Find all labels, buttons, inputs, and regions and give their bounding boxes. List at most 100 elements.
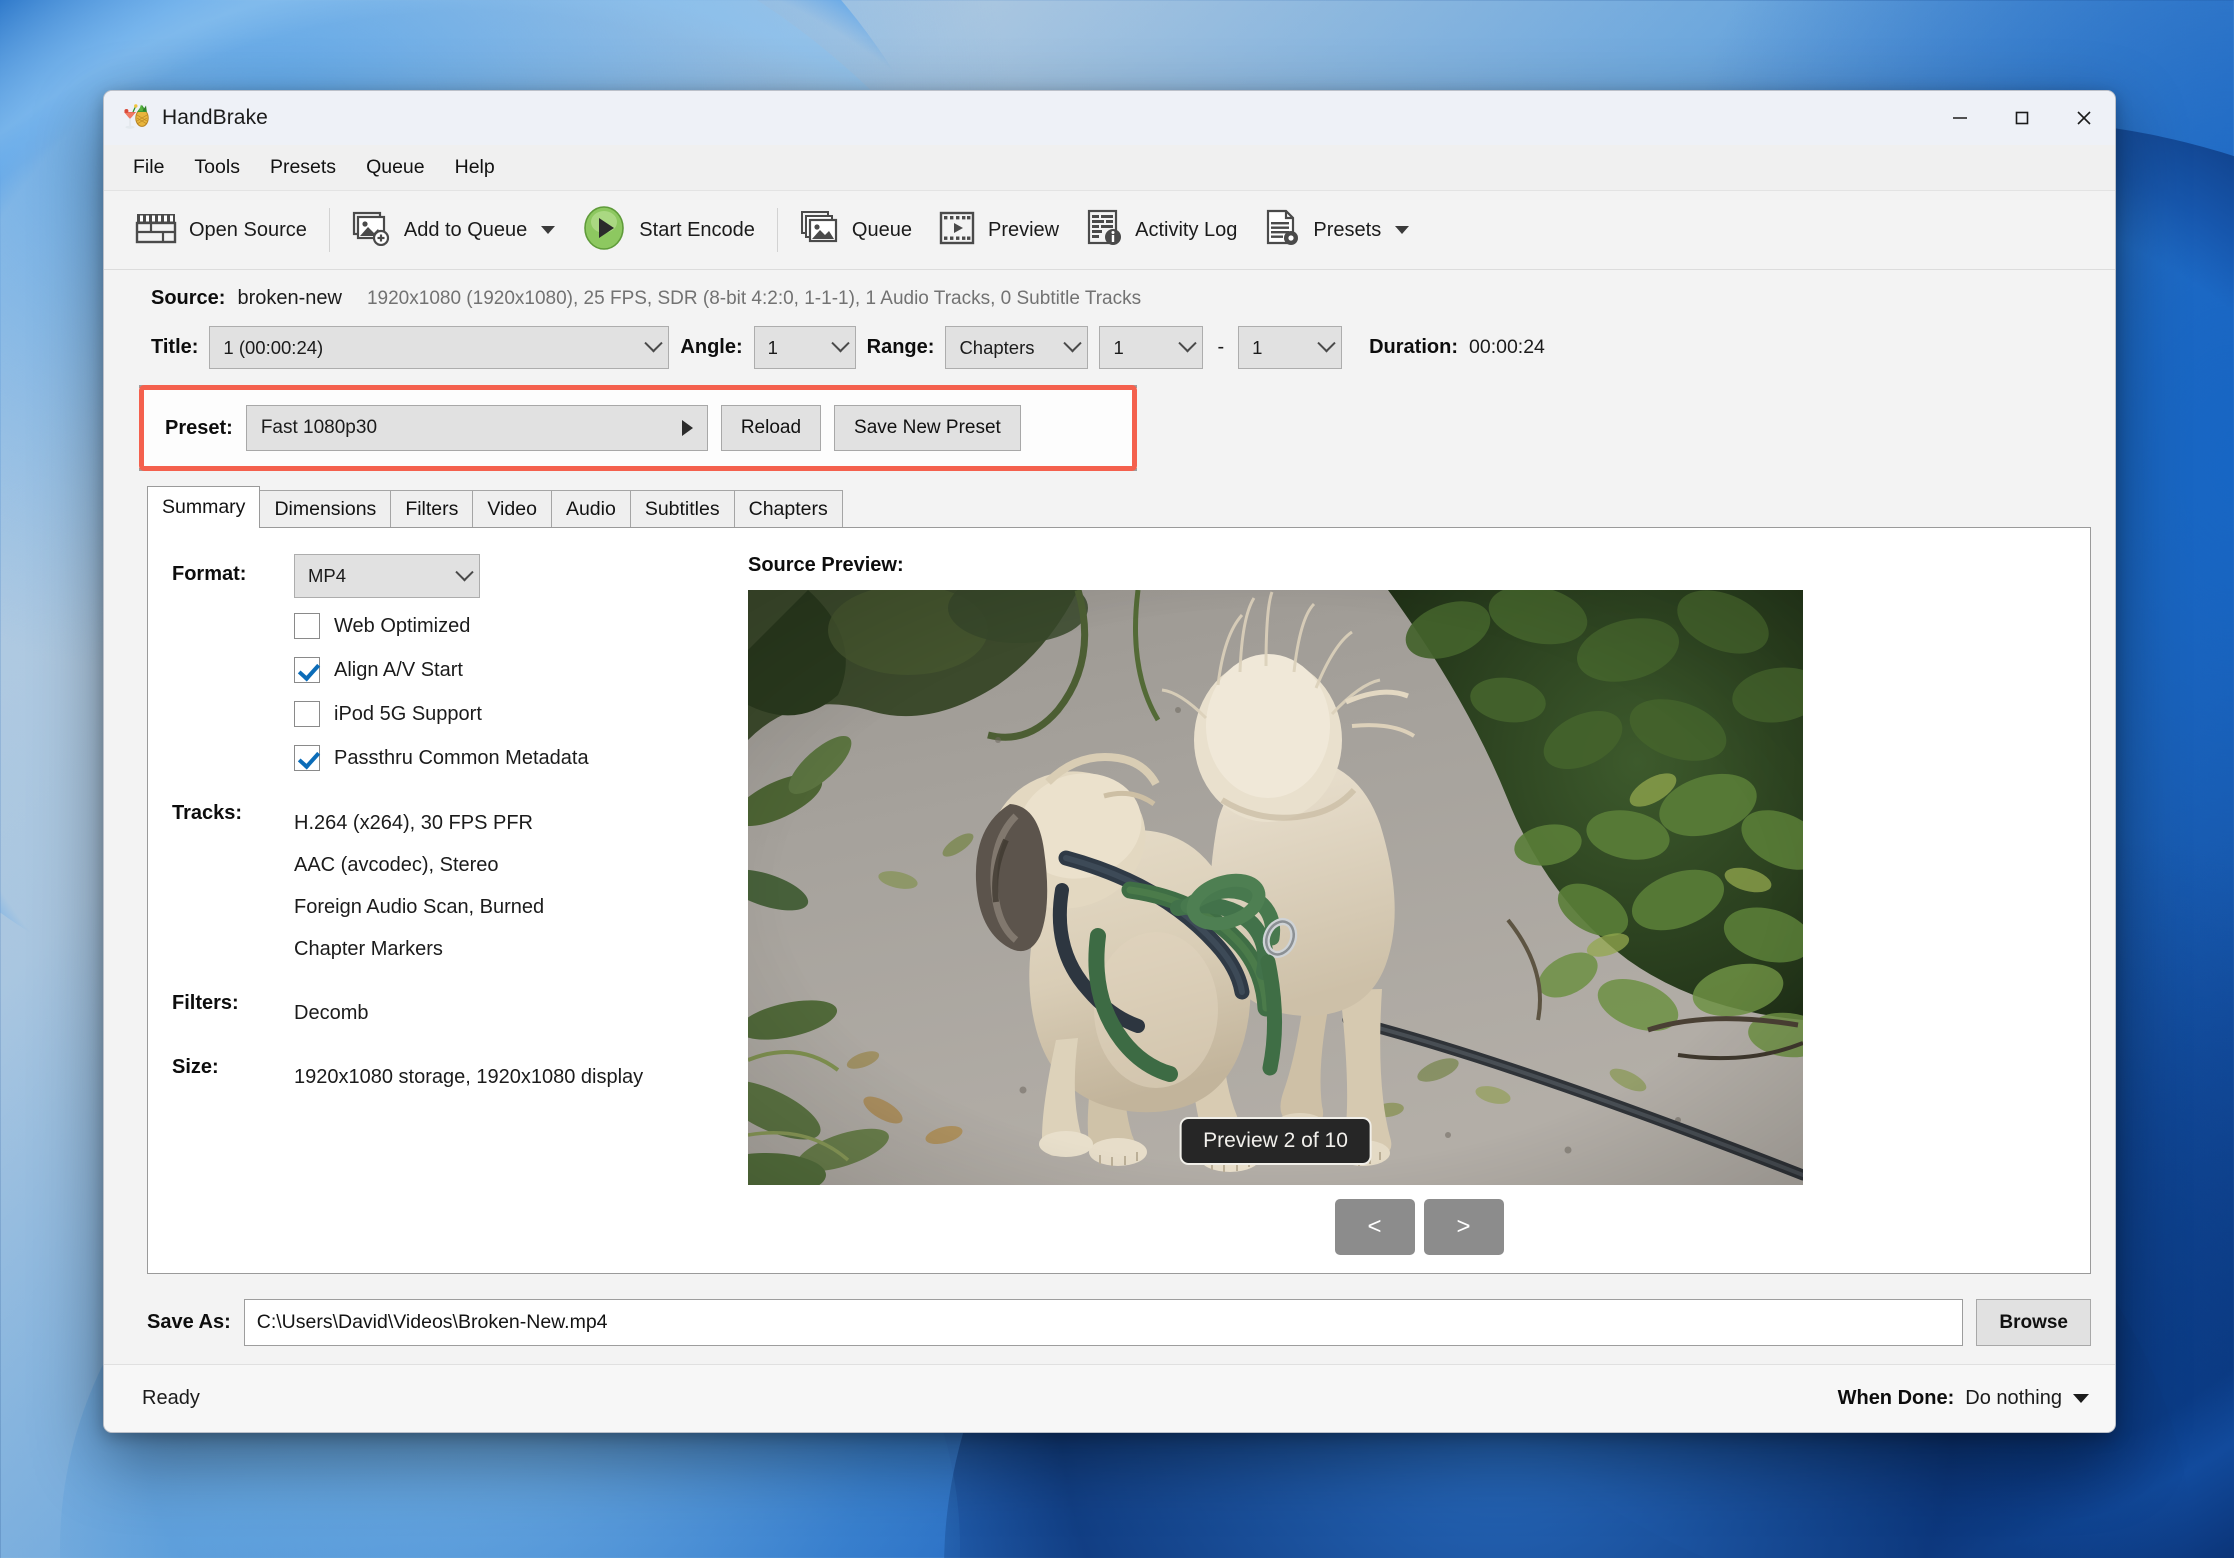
size-value: 1920x1080 storage, 1920x1080 display <box>294 1066 644 1088</box>
chevron-down-icon-presets[interactable] <box>1395 226 1410 234</box>
tab-subtitles[interactable]: Subtitles <box>629 490 735 528</box>
checkbox-web-optimized[interactable]: Web Optimized <box>294 604 589 648</box>
chevron-down-icon <box>644 334 664 353</box>
toolbar-activity-log-button[interactable]: Activity Log <box>1072 201 1250 259</box>
clapperboard-icon <box>135 210 177 251</box>
filters-label: Filters: <box>172 992 239 1014</box>
tab-chapters[interactable]: Chapters <box>733 490 843 528</box>
checkbox-label-web-optimized: Web Optimized <box>334 614 471 637</box>
toolbar-presets-button[interactable]: Presets <box>1250 201 1422 259</box>
track-audio: AAC (avcodec), Stereo <box>294 854 499 876</box>
cocktail-pineapple-logo-icon <box>121 103 151 133</box>
menu-item-presets[interactable]: Presets <box>255 150 351 185</box>
format-select[interactable]: MP4 <box>294 554 480 598</box>
minimize-icon[interactable] <box>1929 91 1991 145</box>
close-icon[interactable] <box>2053 91 2115 145</box>
menu-item-file[interactable]: File <box>118 150 179 185</box>
preset-select-value: Fast 1080p30 <box>260 417 378 438</box>
range-to-select[interactable]: 1 <box>1238 326 1343 369</box>
title-bar: HandBrake <box>104 91 2115 145</box>
filters-row: Filters: Decomb <box>172 992 748 1034</box>
checkbox-box-ipod-5g-support[interactable] <box>294 701 320 727</box>
preset-row: Preset: Fast 1080p30 Reload Save New Pre… <box>139 385 1137 471</box>
maximize-icon[interactable] <box>1991 91 2053 145</box>
checkbox-ipod-5g-support[interactable]: iPod 5G Support <box>294 692 589 736</box>
filters-value: Decomb <box>294 1002 369 1024</box>
handbrake-window: HandBrake File Tools Presets Queue Help <box>103 90 2116 1433</box>
save-new-preset-button[interactable]: Save New Preset <box>834 405 1021 451</box>
save-as-input[interactable]: C:\Users\David\Videos\Broken-New.mp4 <box>243 1299 1964 1346</box>
title-label: Title: <box>151 336 199 358</box>
preset-label: Preset: <box>165 416 233 439</box>
toolbar-start-encode-button[interactable]: Start Encode <box>568 201 768 259</box>
window-controls <box>1929 91 2115 145</box>
range-from-select[interactable]: 1 <box>1099 326 1204 369</box>
toolbar: Open Source Add to Queue Start Encode Qu… <box>104 191 2115 270</box>
toolbar-open-source-button[interactable]: Open Source <box>122 201 320 259</box>
menu-bar: File Tools Presets Queue Help <box>104 145 2115 191</box>
chevron-down-icon <box>1317 334 1336 353</box>
preview-counter-badge: Preview 2 of 10 <box>1179 1117 1372 1165</box>
chevron-down-icon[interactable] <box>541 226 556 234</box>
range-type-value: Chapters <box>959 336 1035 358</box>
when-done-control[interactable]: When Done: Do nothing <box>1838 1387 2089 1410</box>
toolbar-queue-label: Queue <box>851 218 912 241</box>
duration-label: Duration: <box>1369 336 1458 358</box>
chevron-down-icon[interactable] <box>2073 1394 2089 1403</box>
toolbar-queue-button[interactable]: Queue <box>787 201 925 259</box>
angle-select[interactable]: 1 <box>753 326 856 369</box>
when-done-label: When Done: <box>1837 1387 1955 1409</box>
menu-item-queue[interactable]: Queue <box>351 150 440 185</box>
source-name: broken-new <box>237 287 342 309</box>
checkbox-box-align-av-start[interactable] <box>294 657 320 683</box>
menu-item-help[interactable]: Help <box>440 150 510 185</box>
toolbar-presets-label: Presets <box>1313 218 1382 241</box>
summary-left-column: Format: MP4 Web Optimized Align A/V Star… <box>148 528 748 1273</box>
tab-dimensions[interactable]: Dimensions <box>259 490 392 528</box>
toolbar-add-to-queue-label: Add to Queue <box>403 218 528 241</box>
tab-summary[interactable]: Summary <box>147 486 261 528</box>
toolbar-start-encode-label: Start Encode <box>639 218 755 241</box>
toolbar-activity-log-label: Activity Log <box>1135 218 1238 241</box>
tab-filters[interactable]: Filters <box>390 490 474 528</box>
chevron-right-icon <box>681 420 693 436</box>
track-subtitle: Foreign Audio Scan, Burned <box>294 896 545 918</box>
checkbox-box-web-optimized[interactable] <box>294 613 320 639</box>
tab-audio[interactable]: Audio <box>550 490 631 528</box>
preview-prev-button[interactable]: < <box>1334 1199 1415 1255</box>
track-video: H.264 (x264), 30 FPS PFR <box>294 812 533 834</box>
filters-values: Decomb <box>294 992 368 1034</box>
chevron-down-icon <box>830 334 850 353</box>
tracks-row: Tracks: H.264 (x264), 30 FPS PFR AAC (av… <box>172 802 748 970</box>
log-info-icon <box>1085 209 1123 252</box>
chevron-down-icon <box>1178 334 1198 353</box>
toolbar-preview-button[interactable]: Preview <box>925 201 1072 259</box>
preview-next-button[interactable]: > <box>1423 1199 1504 1255</box>
green-play-icon <box>581 205 627 256</box>
range-to-value: 1 <box>1252 336 1263 358</box>
preset-section: Preset: Fast 1080p30 Reload Save New Pre… <box>139 385 1137 471</box>
menu-item-tools[interactable]: Tools <box>179 150 255 185</box>
format-label: Format: <box>172 563 247 585</box>
checkbox-label-ipod-5g-support: iPod 5G Support <box>334 702 482 725</box>
title-select[interactable]: 1 (00:00:24) <box>209 326 670 369</box>
tracks-label: Tracks: <box>172 802 243 824</box>
stacked-images-icon <box>800 210 840 251</box>
tab-video[interactable]: Video <box>472 490 552 528</box>
save-as-label: Save As: <box>147 1311 231 1333</box>
range-dash: - <box>1217 336 1225 358</box>
reload-preset-button[interactable]: Reload <box>720 405 822 451</box>
toolbar-add-to-queue-button[interactable]: Add to Queue <box>339 201 568 259</box>
toolbar-preview-label: Preview <box>987 218 1060 241</box>
toolbar-open-source-label: Open Source <box>189 218 307 241</box>
preset-select[interactable]: Fast 1080p30 <box>245 405 708 451</box>
checkbox-passthru-common-metadata[interactable]: Passthru Common Metadata <box>294 736 589 780</box>
checkbox-box-passthru-common-metadata[interactable] <box>294 745 320 771</box>
summary-right-column: Source Preview: Preview 2 of 10 < > <box>748 528 2090 1273</box>
chevron-down-icon <box>455 562 474 581</box>
browse-button[interactable]: Browse <box>1976 1299 2091 1346</box>
checkbox-align-av-start[interactable]: Align A/V Start <box>294 648 589 692</box>
source-label: Source: <box>151 287 226 309</box>
tab-strip: Summary Dimensions Filters Video Audio S… <box>124 486 2095 528</box>
range-type-select[interactable]: Chapters <box>945 326 1089 369</box>
